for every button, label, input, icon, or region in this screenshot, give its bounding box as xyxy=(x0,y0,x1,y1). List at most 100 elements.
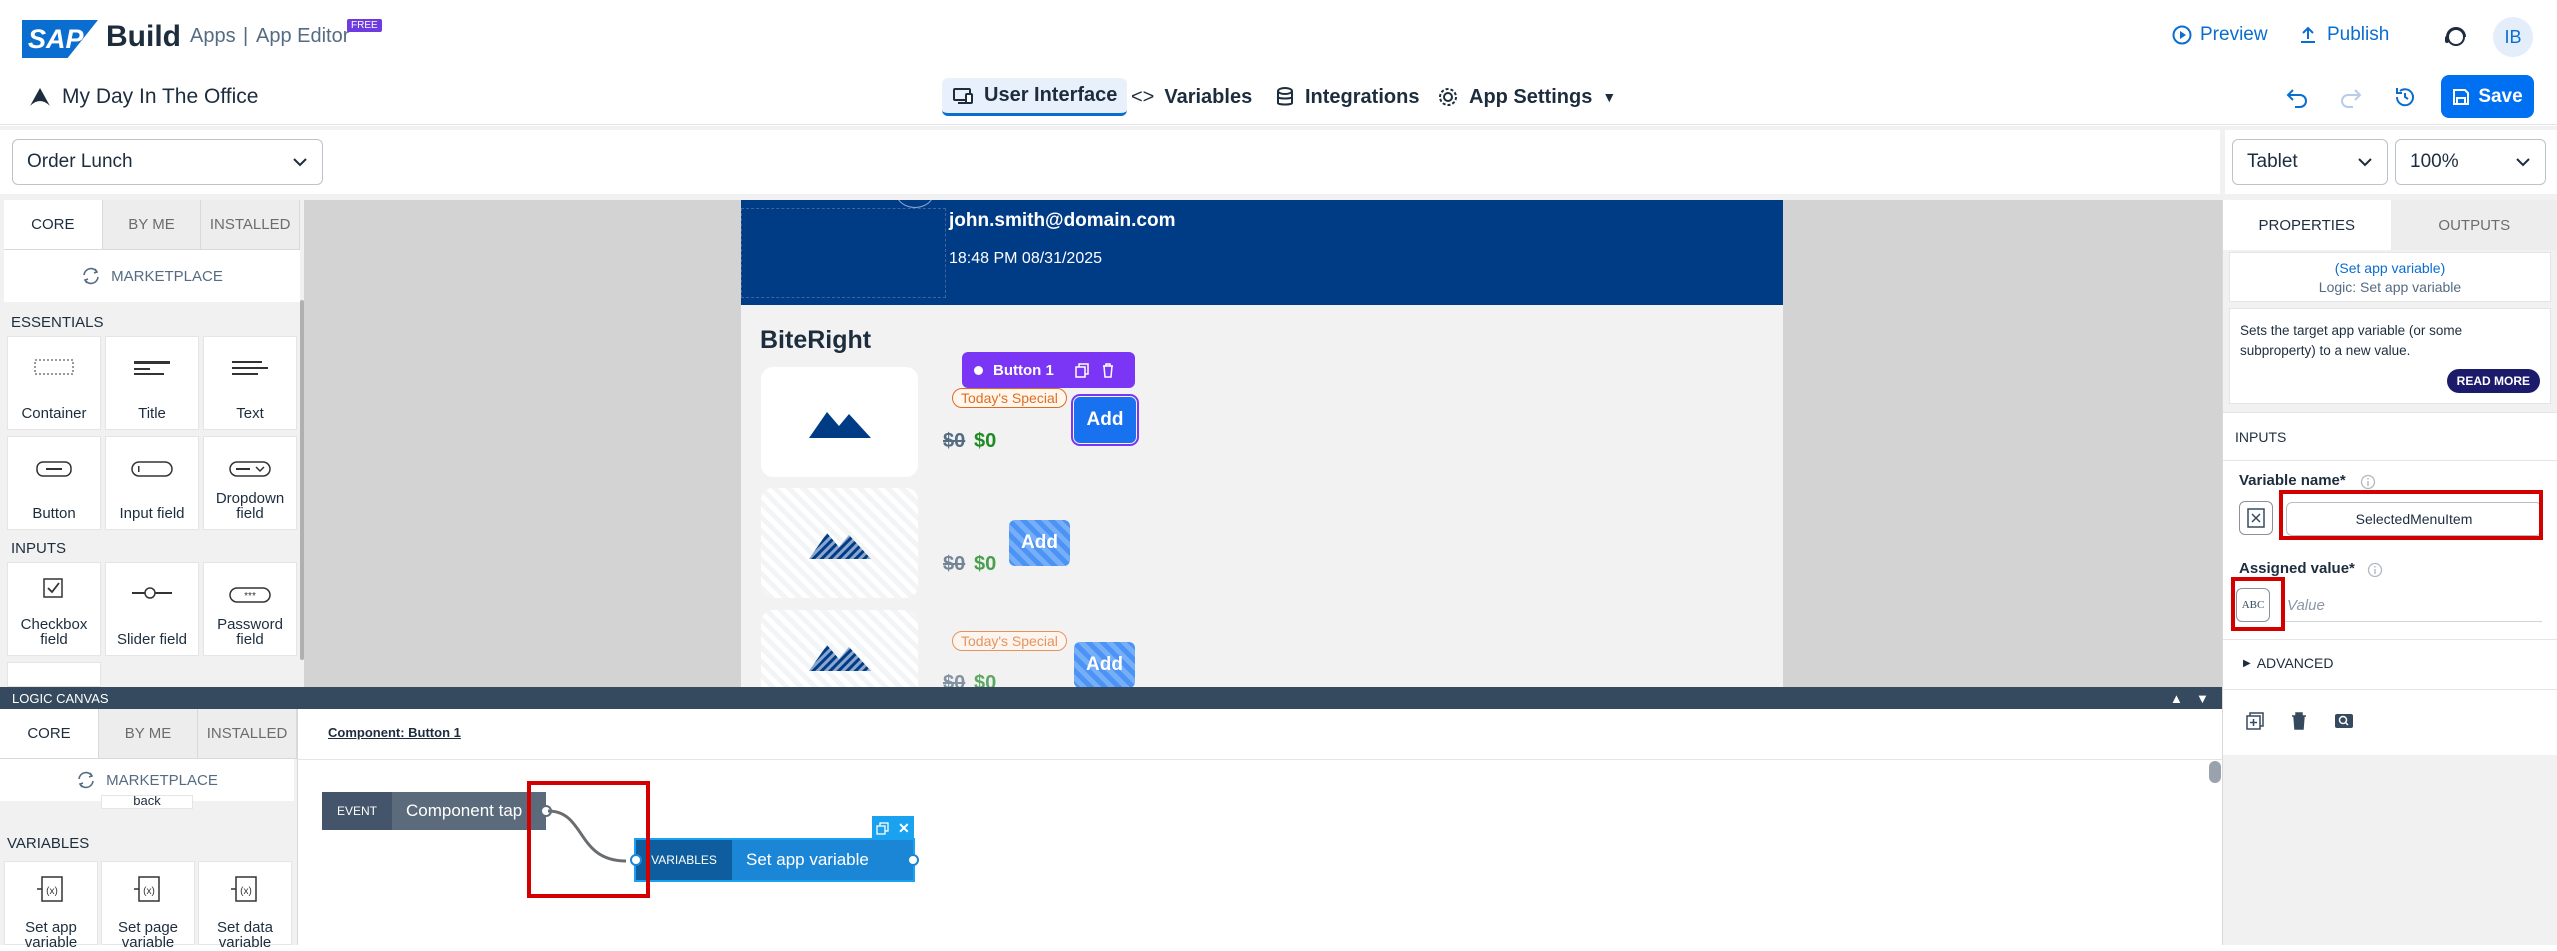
marketplace-label: MARKETPLACE xyxy=(111,268,223,285)
palette-tab-installed[interactable]: INSTALLED xyxy=(201,200,300,249)
tab-app-settings-label: App Settings xyxy=(1469,86,1592,109)
image-placeholder-icon xyxy=(809,406,871,438)
history-icon[interactable] xyxy=(2393,85,2417,109)
partial-tile: back xyxy=(101,795,193,809)
info-icon[interactable] xyxy=(2367,562,2383,578)
logic-tab-installed[interactable]: INSTALLED xyxy=(198,709,297,758)
avatar[interactable]: IB xyxy=(2493,17,2533,57)
input-field-icon xyxy=(130,459,174,479)
palette-tab-core[interactable]: CORE xyxy=(4,200,103,249)
tab-properties[interactable]: PROPERTIES xyxy=(2223,200,2391,250)
tab-app-settings[interactable]: App Settings ▼ xyxy=(1427,78,1626,116)
tile-title[interactable]: Title xyxy=(105,336,199,430)
node-output-port[interactable] xyxy=(907,854,919,866)
menu-image[interactable] xyxy=(761,610,918,687)
svg-text:(x): (x) xyxy=(143,886,155,897)
slider-icon xyxy=(130,585,174,601)
publish-icon xyxy=(2297,25,2319,45)
advanced-toggle[interactable]: ▶ ADVANCED xyxy=(2243,655,2333,671)
old-price: $0 xyxy=(943,553,965,576)
tile-dropdown-field[interactable]: Dropdown field xyxy=(203,436,297,530)
page-toolbar xyxy=(0,130,2220,194)
menu-image[interactable] xyxy=(761,367,918,477)
node-title[interactable]: (Set app variable) xyxy=(2230,260,2550,276)
marketplace-icon xyxy=(76,771,96,789)
add-button[interactable]: Add xyxy=(1009,520,1070,566)
sap-logo[interactable]: SAP xyxy=(22,20,98,58)
tab-variables[interactable]: <> Variables xyxy=(1121,78,1262,116)
save-button[interactable]: Save xyxy=(2441,75,2534,118)
tab-integrations[interactable]: Integrations xyxy=(1265,78,1429,116)
set-variable-icon: (x) xyxy=(133,874,163,904)
caret-right-icon: ▶ xyxy=(2243,658,2251,669)
collapse-down-icon[interactable]: ▼ xyxy=(2196,691,2209,706)
new-price: $0 xyxy=(974,430,996,453)
password-icon: *** xyxy=(228,585,272,605)
tile-text[interactable]: Text xyxy=(203,336,297,430)
tile-label: Slider field xyxy=(117,632,187,647)
marketplace-link[interactable]: MARKETPLACE xyxy=(4,250,300,302)
copy-icon[interactable] xyxy=(1074,362,1090,378)
tile-button[interactable]: Button xyxy=(7,436,101,530)
variables-tag: VARIABLES xyxy=(636,840,732,880)
add-button[interactable]: Add xyxy=(1074,642,1135,687)
tab-user-interface[interactable]: User Interface xyxy=(942,78,1127,116)
logic-header-line xyxy=(298,759,2223,760)
logic-tab-core[interactable]: CORE xyxy=(0,709,99,758)
tile-label: Button xyxy=(32,506,75,521)
tile-input-field[interactable]: Input field xyxy=(105,436,199,530)
tile-set-app-variable[interactable]: (x)Set app variable xyxy=(4,861,98,945)
close-icon[interactable]: ✕ xyxy=(898,820,910,837)
tile-label: Title xyxy=(138,406,166,421)
advanced-divider xyxy=(2223,639,2557,640)
add-node-icon[interactable] xyxy=(2245,711,2265,731)
logic-tab-by-me[interactable]: BY ME xyxy=(99,709,198,758)
info-icon[interactable] xyxy=(2360,474,2376,490)
menu-image[interactable] xyxy=(761,488,918,598)
preview-label: Preview xyxy=(2200,24,2268,46)
description-box: Sets the target app variable (or some su… xyxy=(2229,308,2551,404)
event-node[interactable]: EVENT Component tap xyxy=(322,792,546,830)
page-select[interactable]: Order Lunch xyxy=(12,139,323,185)
zoom-select[interactable]: 100% xyxy=(2395,139,2546,185)
trash-icon[interactable] xyxy=(2290,711,2308,731)
read-more-button[interactable]: READ MORE xyxy=(2447,369,2540,393)
tile-password-field[interactable]: ***Password field xyxy=(203,562,297,656)
component-link[interactable]: Component: Button 1 xyxy=(328,725,461,740)
image-placeholder-icon xyxy=(809,639,871,671)
todays-special-badge: Today's Special xyxy=(952,631,1067,651)
logic-scrollbar[interactable] xyxy=(2209,761,2221,783)
apps-label[interactable]: Apps xyxy=(190,25,236,48)
tile-set-page-variable[interactable]: (x)Set page variable xyxy=(101,861,195,945)
set-app-variable-node[interactable]: VARIABLES Set app variable xyxy=(636,840,913,880)
publish-button[interactable]: Publish xyxy=(2297,24,2389,46)
svg-text:***: *** xyxy=(244,591,256,602)
title-icon xyxy=(132,359,172,379)
redo-icon[interactable] xyxy=(2339,86,2363,108)
preview-button[interactable]: Preview xyxy=(2172,24,2268,46)
palette-tab-by-me[interactable]: BY ME xyxy=(103,200,202,249)
support-icon[interactable] xyxy=(2443,24,2469,50)
tile-checkbox-field[interactable]: Checkbox field xyxy=(7,562,101,656)
inspect-icon[interactable] xyxy=(2334,712,2354,730)
new-price: $0 xyxy=(974,672,996,687)
play-circle-icon xyxy=(2172,25,2192,45)
tile-label: Container xyxy=(21,406,86,421)
delete-icon[interactable] xyxy=(1100,362,1116,378)
node-toolbar: ✕ xyxy=(872,816,914,840)
tab-outputs[interactable]: OUTPUTS xyxy=(2391,200,2557,250)
assigned-value-input[interactable]: Value xyxy=(2283,590,2542,622)
add-button-selected[interactable]: Add xyxy=(1074,397,1136,443)
zoom-select-value: 100% xyxy=(2410,151,2459,173)
variable-binding-button[interactable] xyxy=(2239,501,2273,535)
tile-container[interactable]: Container xyxy=(7,336,101,430)
device-select[interactable]: Tablet xyxy=(2232,139,2388,185)
assigned-value-label: Assigned value* xyxy=(2239,560,2355,577)
tile-set-data-variable[interactable]: (x)Set data variable xyxy=(198,861,292,945)
advanced-divider xyxy=(2223,689,2557,690)
selected-component-label: Button 1 xyxy=(993,362,1054,379)
expand-up-icon[interactable]: ▲ xyxy=(2170,691,2183,706)
tile-slider-field[interactable]: Slider field xyxy=(105,562,199,656)
undo-icon[interactable] xyxy=(2285,86,2309,108)
copy-icon[interactable] xyxy=(876,822,889,835)
